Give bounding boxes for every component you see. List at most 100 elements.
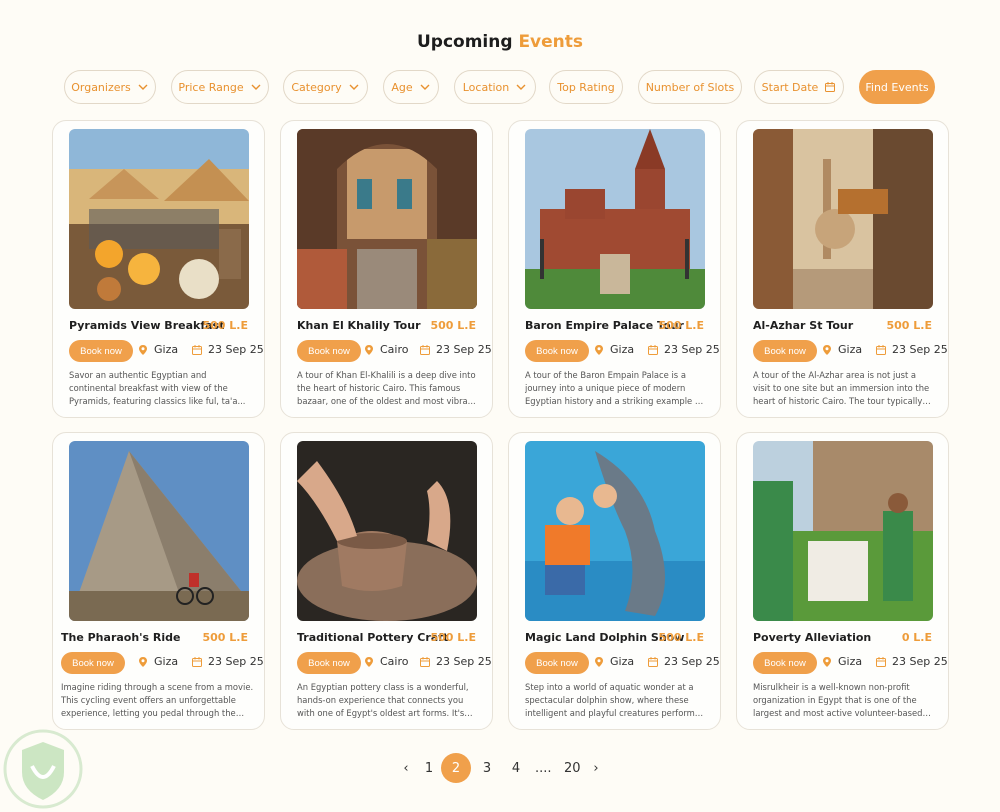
calendar-icon (648, 656, 658, 667)
event-card[interactable]: Khan El Khalily Tour 500 L.E Book now Ca… (280, 120, 493, 418)
pagination-page[interactable]: 4 (509, 752, 523, 784)
filter-price-range-label: Price Range (178, 80, 244, 94)
event-location: Giza (137, 655, 178, 668)
book-now-button[interactable]: Book now (297, 340, 361, 362)
event-card[interactable]: Pyramids View Breakfast 500 L.E Book now… (52, 120, 265, 418)
event-location-text: Giza (610, 655, 635, 668)
event-price: 500 L.E (202, 319, 249, 332)
event-price: 500 L.E (658, 319, 705, 332)
calendar-icon (192, 344, 202, 355)
calendar-icon (192, 656, 202, 667)
filter-price-range[interactable]: Price Range (171, 70, 269, 104)
calendar-icon (876, 344, 886, 355)
location-pin-icon (595, 344, 603, 355)
event-card[interactable]: Baron Empire Palace Tour 500 L.E Book no… (508, 120, 721, 418)
event-card[interactable]: Poverty Alleviation 0 L.E Book now Giza … (736, 432, 949, 730)
pagination-next[interactable]: › (589, 752, 603, 784)
filter-age-label: Age (391, 80, 413, 94)
chevron-down-icon (420, 84, 430, 90)
event-description: Imagine riding through a scene from a mo… (61, 682, 254, 718)
pagination-page[interactable]: 20 (564, 752, 581, 784)
event-location-text: Giza (838, 343, 863, 356)
event-name: Traditional Pottery Craft (297, 631, 449, 644)
event-name: Khan El Khalily Tour (297, 319, 421, 332)
calendar-icon (876, 656, 886, 667)
event-location-text: Giza (154, 655, 179, 668)
event-name: Pyramids View Breakfast (69, 319, 225, 332)
filter-start-date[interactable]: Start Date (754, 70, 844, 104)
event-date: 23 Sep 25 (875, 655, 948, 668)
filter-organizers-label: Organizers (71, 80, 131, 94)
event-image[interactable] (297, 129, 477, 309)
event-image[interactable] (297, 441, 477, 621)
event-description: A tour of the Al-Azhar area is not just … (753, 370, 930, 406)
event-date-text: 23 Sep 25 (892, 343, 948, 356)
event-date: 23 Sep 25 (419, 655, 492, 668)
calendar-icon (420, 344, 430, 355)
event-price: 500 L.E (202, 631, 249, 644)
event-price: 0 L.E (901, 631, 932, 644)
event-price: 500 L.E (658, 631, 705, 644)
event-date: 23 Sep 25 (647, 655, 720, 668)
filter-age[interactable]: Age (383, 70, 439, 104)
event-image[interactable] (69, 129, 249, 309)
book-now-button[interactable]: Book now (753, 652, 817, 674)
book-now-button[interactable]: Book now (297, 652, 361, 674)
location-pin-icon (139, 344, 147, 355)
pagination-page-current[interactable]: 2 (441, 753, 471, 783)
find-events-button[interactable]: Find Events (859, 70, 935, 104)
event-location: Giza (593, 655, 634, 668)
event-location-text: Giza (838, 655, 863, 668)
event-date-text: 23 Sep 25 (664, 343, 720, 356)
event-date-text: 23 Sep 25 (436, 655, 492, 668)
filter-top-rating[interactable]: Top Rating (549, 70, 623, 104)
event-location-text: Cairo (380, 655, 409, 668)
pagination-page[interactable]: 1 (422, 752, 436, 784)
location-pin-icon (365, 344, 373, 355)
page-title: Upcoming Events (0, 32, 1000, 52)
filter-location-label: Location (462, 80, 510, 94)
book-now-button[interactable]: Book now (525, 652, 589, 674)
event-location: Giza (593, 343, 634, 356)
event-card[interactable]: The Pharaoh's Ride 500 L.E Book now Giza… (52, 432, 265, 730)
event-name: Poverty Alleviation (753, 631, 872, 644)
event-date: 23 Sep 25 (647, 343, 720, 356)
event-card[interactable]: Magic Land Dolphin Show 500 L.E Book now… (508, 432, 721, 730)
filter-location[interactable]: Location (454, 70, 536, 104)
event-location: Cairo (363, 655, 409, 668)
title-plain: Upcoming (416, 32, 513, 52)
event-price: 500 L.E (886, 319, 933, 332)
event-card[interactable]: Traditional Pottery Craft 500 L.E Book n… (280, 432, 493, 730)
location-pin-icon (823, 656, 831, 667)
filter-category[interactable]: Category (283, 70, 368, 104)
event-image[interactable] (525, 441, 705, 621)
pagination-prev[interactable]: ‹ (399, 752, 413, 784)
event-location: Giza (821, 343, 862, 356)
event-location-text: Cairo (380, 343, 409, 356)
book-now-button[interactable]: Book now (69, 340, 133, 362)
event-description: An Egyptian pottery class is a wonderful… (297, 682, 469, 718)
location-pin-icon (365, 656, 373, 667)
event-image[interactable] (69, 441, 249, 621)
filter-category-label: Category (291, 80, 342, 94)
event-image[interactable] (753, 129, 933, 309)
event-image[interactable] (525, 129, 705, 309)
location-pin-icon (139, 656, 147, 667)
book-now-button[interactable]: Book now (525, 340, 589, 362)
event-price: 500 L.E (430, 631, 477, 644)
event-date-text: 23 Sep 25 (892, 655, 948, 668)
book-now-button[interactable]: Book now (61, 652, 125, 674)
event-description: Misrulkheir is a well-known non-profit o… (753, 682, 923, 718)
pagination-page[interactable]: 3 (480, 752, 494, 784)
event-date: 23 Sep 25 (191, 343, 264, 356)
book-now-button[interactable]: Book now (753, 340, 817, 362)
event-description: A tour of Khan El-Khalili is a deep dive… (297, 370, 476, 406)
filter-organizers[interactable]: Organizers (64, 70, 156, 104)
event-image[interactable] (753, 441, 933, 621)
calendar-icon (420, 656, 430, 667)
event-date-text: 23 Sep 25 (208, 343, 264, 356)
event-card[interactable]: Al-Azhar St Tour 500 L.E Book now Giza 2… (736, 120, 949, 418)
filter-number-of-slots[interactable]: Number of Slots (638, 70, 742, 104)
chevron-down-icon (251, 84, 261, 90)
event-description: A tour of the Baron Empain Palace is a j… (525, 370, 703, 406)
